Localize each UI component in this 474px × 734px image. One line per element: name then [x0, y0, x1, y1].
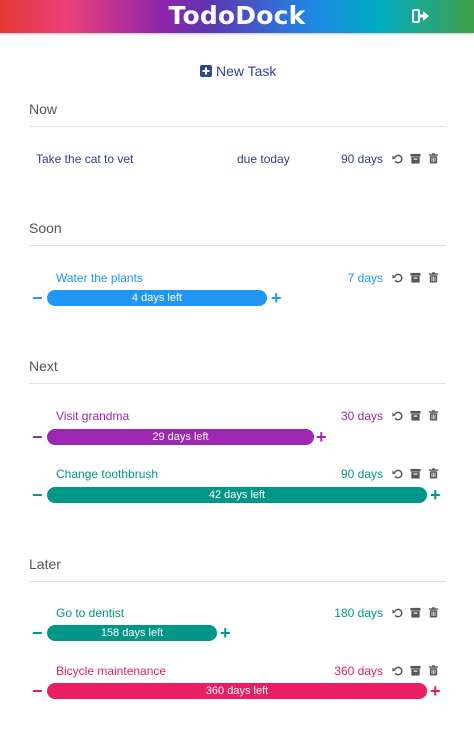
undo-icon[interactable]: [392, 272, 403, 283]
task-name-cat[interactable]: Take the cat to vet: [36, 152, 133, 166]
task-actions: [392, 272, 439, 283]
task-name-bicycle[interactable]: Bicycle maintenance: [56, 664, 166, 678]
section-title-soon: Soon: [29, 220, 62, 236]
increment-button[interactable]: +: [430, 682, 441, 700]
trash-icon[interactable]: [428, 665, 439, 676]
new-task-label: New Task: [216, 63, 277, 79]
task-status-cat: due today: [237, 152, 290, 166]
task-days-dentist: 180 days: [334, 606, 383, 620]
task-days-cat: 90 days: [340, 152, 383, 166]
task-days-grandma: 30 days: [340, 409, 383, 423]
app-title: TodoDock: [168, 1, 306, 30]
archive-icon[interactable]: [410, 153, 421, 164]
trash-icon[interactable]: [428, 153, 439, 164]
sign-out-icon[interactable]: [412, 8, 430, 24]
trash-icon[interactable]: [428, 272, 439, 283]
progress-bar: 42 days left: [47, 487, 427, 503]
decrement-button[interactable]: −: [32, 486, 43, 504]
trash-icon[interactable]: [428, 468, 439, 479]
task-actions: [392, 468, 439, 479]
archive-icon[interactable]: [410, 468, 421, 479]
archive-icon[interactable]: [410, 272, 421, 283]
increment-button[interactable]: +: [220, 624, 231, 642]
task-name-grandma[interactable]: Visit grandma: [56, 409, 129, 423]
archive-icon[interactable]: [410, 607, 421, 618]
archive-icon[interactable]: [410, 410, 421, 421]
task-actions: [392, 153, 439, 164]
undo-icon[interactable]: [392, 607, 403, 618]
task-name-toothbrush[interactable]: Change toothbrush: [56, 467, 158, 481]
trash-icon[interactable]: [428, 607, 439, 618]
section-divider: [29, 126, 446, 127]
task-days-bicycle: 360 days: [334, 664, 383, 678]
section-title-now: Now: [29, 101, 58, 117]
section-title-later: Later: [29, 556, 61, 572]
task-name-plants[interactable]: Water the plants: [56, 271, 143, 285]
undo-icon[interactable]: [392, 665, 403, 676]
section-divider: [29, 383, 446, 384]
undo-icon[interactable]: [392, 410, 403, 421]
increment-button[interactable]: +: [430, 486, 441, 504]
progress-bar: 360 days left: [47, 683, 427, 699]
section-divider: [29, 581, 446, 582]
task-actions: [392, 665, 439, 676]
new-task-button[interactable]: New Task: [200, 62, 276, 80]
task-name-dentist[interactable]: Go to dentist: [56, 606, 124, 620]
section-title-next: Next: [29, 358, 58, 374]
task-days-plants: 7 days: [347, 271, 383, 285]
progress-bar: 29 days left: [47, 429, 314, 445]
archive-icon[interactable]: [410, 665, 421, 676]
undo-icon[interactable]: [392, 468, 403, 479]
trash-icon[interactable]: [428, 410, 439, 421]
increment-button[interactable]: +: [271, 289, 282, 307]
decrement-button[interactable]: −: [32, 624, 43, 642]
undo-icon[interactable]: [392, 153, 403, 164]
progress-bar: 4 days left: [47, 290, 267, 306]
decrement-button[interactable]: −: [32, 682, 43, 700]
task-days-toothbrush: 90 days: [340, 467, 383, 481]
decrement-button[interactable]: −: [32, 428, 43, 446]
section-divider: [29, 245, 446, 246]
task-actions: [392, 607, 439, 618]
decrement-button[interactable]: −: [32, 289, 43, 307]
app-header: TodoDock: [0, 0, 474, 33]
increment-button[interactable]: +: [316, 428, 327, 446]
progress-bar: 158 days left: [47, 625, 217, 641]
task-actions: [392, 410, 439, 421]
plus-square-icon: [200, 65, 212, 77]
